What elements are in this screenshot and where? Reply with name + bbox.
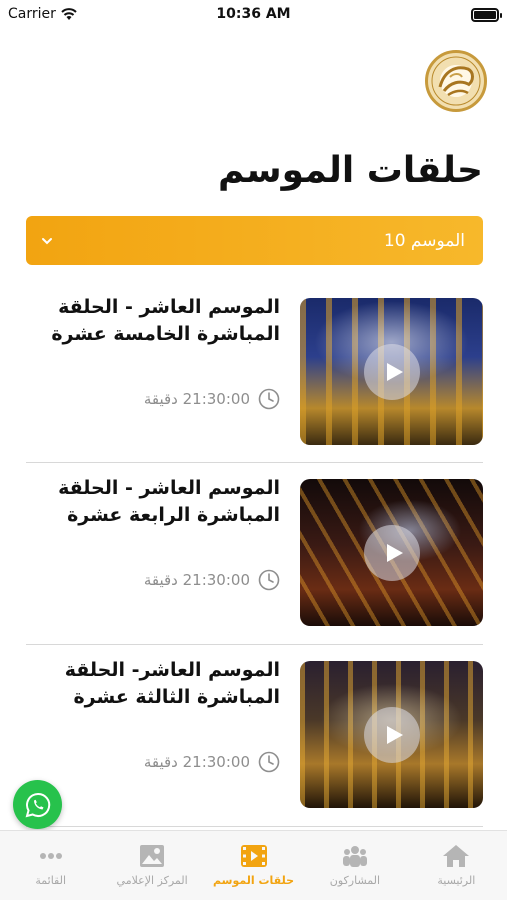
episode-duration: 21:30:00 دقيقة — [144, 388, 280, 410]
tab-menu-label: القائمة — [35, 874, 67, 887]
chevron-down-icon — [42, 237, 52, 244]
episode-title[interactable]: الموسم العاشر- الحلقة المباشرة الثالثة ع… — [40, 657, 280, 711]
episode-thumbnail[interactable] — [300, 479, 483, 626]
episode-duration-text: 21:30:00 دقيقة — [143, 571, 250, 589]
bottom-tab-bar: القائمة المركز الإعلامي حلقات الموسم الم… — [0, 830, 507, 900]
play-icon[interactable] — [363, 343, 420, 400]
episode-title[interactable]: الموسم العاشر - الحلقة المباشرة الخامسة … — [40, 294, 280, 348]
tab-home-label: الرئيسية — [437, 874, 476, 887]
tab-media-center[interactable]: المركز الإعلامي — [101, 831, 202, 900]
more-icon — [39, 853, 62, 859]
play-icon[interactable] — [363, 706, 420, 763]
image-icon — [140, 845, 165, 867]
tab-menu[interactable]: القائمة — [0, 831, 101, 900]
home-icon — [443, 845, 470, 867]
tab-season-episodes[interactable]: حلقات الموسم — [203, 831, 304, 900]
people-icon — [342, 846, 367, 867]
tab-season-episodes-label: حلقات الموسم — [213, 874, 294, 887]
clock-icon — [258, 751, 280, 773]
episode-thumbnail[interactable] — [300, 298, 483, 445]
clock-icon — [258, 569, 280, 591]
episode-item[interactable]: الموسم العاشر - الحلقة المباشرة الرابعة … — [26, 463, 483, 645]
play-icon[interactable] — [363, 524, 420, 581]
tab-participants-label: المشاركون — [329, 874, 381, 887]
episode-duration: 21:30:00 دقيقة — [144, 569, 280, 591]
video-icon — [240, 845, 267, 867]
episode-item[interactable]: الموسم العاشر - الحلقة المباشرة الخامسة … — [26, 282, 483, 463]
clock-icon — [258, 388, 280, 410]
logo-mark-icon — [431, 56, 481, 106]
tab-home[interactable]: الرئيسية — [406, 831, 507, 900]
episode-list: الموسم العاشر - الحلقة المباشرة الخامسة … — [26, 282, 483, 827]
shaer-logo[interactable] — [425, 50, 487, 112]
tab-media-center-label: المركز الإعلامي — [116, 874, 188, 887]
episode-title[interactable]: الموسم العاشر - الحلقة المباشرة الرابعة … — [40, 475, 280, 529]
episode-duration-text: 21:30:00 دقيقة — [143, 390, 250, 408]
whatsapp-button[interactable] — [13, 780, 62, 829]
battery-icon — [471, 8, 502, 22]
episode-thumbnail[interactable] — [300, 661, 483, 808]
tab-participants[interactable]: المشاركون — [304, 831, 405, 900]
whatsapp-icon — [25, 792, 50, 817]
season-dropdown-value: الموسم 10 — [383, 230, 465, 251]
page-title: حلقات الموسم — [218, 150, 483, 191]
episode-duration: 21:30:00 دقيقة — [144, 751, 280, 773]
episode-duration-text: 21:30:00 دقيقة — [143, 753, 250, 771]
status-bar: Carrier 10:36 AM — [0, 0, 507, 32]
season-dropdown[interactable]: الموسم 10 — [26, 216, 483, 265]
status-time: 10:36 AM — [216, 6, 291, 22]
episode-item[interactable]: الموسم العاشر- الحلقة المباشرة الثالثة ع… — [26, 645, 483, 827]
